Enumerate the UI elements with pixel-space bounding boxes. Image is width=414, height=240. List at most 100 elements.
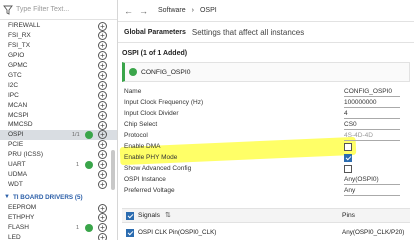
list-item[interactable]: OSPI 1/1 + <box>0 129 117 140</box>
param-label: Preferred Voltage <box>124 187 175 194</box>
breadcrumb-item-ospi[interactable]: OSPI <box>200 7 217 14</box>
list-item[interactable]: LED + <box>0 233 117 240</box>
list-item-label: GPMC <box>8 62 28 70</box>
add-icon[interactable]: + <box>98 203 107 213</box>
add-icon[interactable]: + <box>98 233 107 240</box>
param-value[interactable]: 4S-4D-4D <box>344 132 400 141</box>
param-label: Chip Select <box>124 121 158 128</box>
list-item[interactable]: UDMA + <box>0 170 117 180</box>
chevron-down-icon[interactable]: ▼ <box>4 194 10 200</box>
list-item-label: UART <box>8 161 26 169</box>
list-item-label: WDT <box>8 180 23 188</box>
param-value[interactable]: CS0 <box>344 121 400 130</box>
count-badge: 1 <box>76 161 80 168</box>
list-item[interactable]: WDT + <box>0 179 117 189</box>
list-item[interactable]: GPIO + <box>0 51 117 61</box>
list-item[interactable]: FSI_TX + <box>0 41 117 51</box>
filter-input[interactable]: Type Filter Text... <box>16 3 117 17</box>
list-item-label: EEPROM <box>8 204 37 212</box>
list-item-label: PRU (ICSS) <box>8 151 44 159</box>
add-icon[interactable]: + <box>98 31 107 41</box>
add-icon[interactable]: + <box>98 160 107 170</box>
list-item-label: IPC <box>8 91 19 99</box>
param-label: Name <box>124 88 142 95</box>
add-icon[interactable]: + <box>98 130 107 140</box>
add-icon[interactable]: + <box>98 170 107 179</box>
global-parameters-bar[interactable]: Global Parameters Settings that affect a… <box>118 22 414 43</box>
list-item[interactable]: UART 1 + <box>0 160 117 170</box>
param-row: Show Advanced Config <box>124 164 410 175</box>
list-item-label: I2C <box>8 81 19 89</box>
add-icon[interactable]: + <box>98 140 107 150</box>
add-icon[interactable]: + <box>98 61 107 71</box>
filter-icon <box>3 5 13 15</box>
list-item[interactable]: EEPROM + <box>0 203 117 213</box>
list-item[interactable]: I2C + <box>0 80 117 90</box>
add-icon[interactable]: + <box>98 21 107 31</box>
param-value[interactable]: 4 <box>344 110 400 119</box>
list-item[interactable]: FSI_RX + <box>0 31 117 41</box>
param-row: Enable PHY Mode <box>124 153 410 164</box>
forward-button[interactable]: → <box>139 6 148 16</box>
list-item[interactable]: MMCSD + <box>0 120 117 130</box>
add-icon[interactable]: + <box>98 213 107 223</box>
add-icon[interactable]: + <box>98 41 107 51</box>
list-item-label: GTC <box>8 71 22 79</box>
param-label: OSPI Instance <box>124 176 166 183</box>
back-button[interactable]: ← <box>124 6 133 16</box>
param-row: Chip Select CS0 <box>124 120 410 131</box>
global-parameters-desc: Settings that affect all instances <box>191 27 305 37</box>
check-ok-icon <box>85 160 93 169</box>
param-row: Name CONFIG_OSPI0 <box>124 87 410 98</box>
check-ok-icon <box>129 68 137 76</box>
add-icon[interactable]: + <box>98 51 107 61</box>
list-item-label: UDMA <box>8 170 28 178</box>
list-item[interactable]: PCIE + <box>0 140 117 150</box>
add-icon[interactable]: + <box>98 100 107 110</box>
param-label: Input Clock Frequency (Hz) <box>124 99 204 106</box>
instance-config-ospi0[interactable]: CONFIG_OSPI0 <box>122 62 410 82</box>
breadcrumb-item-software[interactable]: Software <box>158 7 186 14</box>
param-value[interactable]: 100000000 <box>344 99 400 108</box>
list-item-label: MMCSD <box>8 121 33 129</box>
breadcrumb-separator: › <box>191 7 194 14</box>
check-ok-icon <box>85 130 93 139</box>
list-item[interactable]: PRU (ICSS) + <box>0 150 117 160</box>
add-icon[interactable]: + <box>98 90 107 100</box>
list-item[interactable]: MCAN + <box>0 100 117 110</box>
list-item-label: ETHPHY <box>8 214 35 222</box>
count-badge: 1/1 <box>72 131 80 138</box>
param-row: Preferred Voltage Any <box>124 186 410 197</box>
param-value[interactable]: CONFIG_OSPI0 <box>344 88 400 97</box>
module-header: OSPI (1 of 1 Added) <box>122 50 188 57</box>
list-item[interactable]: GTC + <box>0 71 117 81</box>
add-icon[interactable]: + <box>98 110 107 120</box>
param-label: Enable PHY Mode <box>124 154 178 161</box>
add-icon[interactable]: + <box>98 71 107 80</box>
filter-bar: Type Filter Text... <box>0 0 117 20</box>
list-item[interactable]: FLASH 1 + <box>0 223 117 233</box>
list-item[interactable]: ETHPHY + <box>0 213 117 223</box>
param-row: OSPI Instance Any(OSPI0) <box>124 175 410 186</box>
list-item[interactable]: GPMC + <box>0 61 117 71</box>
add-icon[interactable]: + <box>98 150 107 160</box>
add-icon[interactable]: + <box>98 223 107 233</box>
add-icon[interactable]: + <box>98 80 107 90</box>
list-item-label: LED <box>8 234 21 240</box>
instance-name: CONFIG_OSPI0 <box>141 68 191 76</box>
add-icon[interactable]: + <box>98 179 107 189</box>
list-item[interactable]: FIREWALL + <box>0 21 117 31</box>
add-icon[interactable]: + <box>98 120 107 130</box>
list-item-label: FIREWALL <box>8 22 41 30</box>
list-item[interactable]: MCSPI + <box>0 110 117 120</box>
param-checkbox[interactable] <box>344 143 352 151</box>
param-value[interactable]: Any(OSPI0) <box>344 176 400 185</box>
param-value[interactable]: Any <box>344 187 400 196</box>
param-row: Input Clock Divider 4 <box>124 109 410 120</box>
param-label: Protocol <box>124 132 148 139</box>
list-item[interactable]: IPC + <box>0 90 117 100</box>
param-label: Input Clock Divider <box>124 110 179 117</box>
scrollbar[interactable] <box>111 150 115 190</box>
param-checkbox[interactable] <box>344 154 352 162</box>
param-checkbox[interactable] <box>344 165 352 173</box>
